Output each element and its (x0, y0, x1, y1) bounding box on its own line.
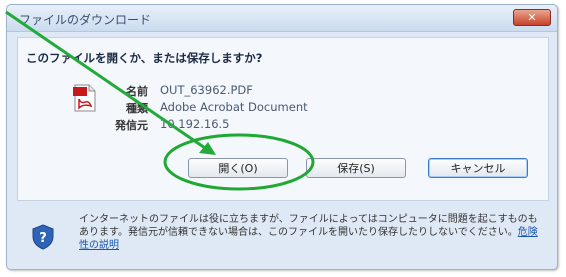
file-name-row: 名前 OUT_63962.PDF (88, 83, 388, 98)
save-button[interactable]: 保存(S) (306, 158, 406, 178)
security-warning: ? インターネットのファイルは役に立ちますが、ファイルによってはコンピュータに問… (17, 207, 549, 261)
warning-text: インターネットのファイルは役に立ちますが、ファイルによってはコンピュータに問題を… (79, 213, 539, 252)
file-type-row: 種類 Adobe Acrobat Document (88, 100, 388, 115)
file-download-dialog: ファイルのダウンロード ✕ このファイルを開くか、または保存しますか? 名前 O… (6, 4, 558, 270)
title-bar: ファイルのダウンロード ✕ (7, 5, 557, 32)
download-question: このファイルを開くか、または保存しますか? (26, 51, 263, 65)
cancel-button[interactable]: キャンセル (428, 158, 528, 178)
file-type-label: 種類 (126, 102, 148, 115)
security-shield-icon: ? (31, 224, 55, 254)
warning-message: インターネットのファイルは役に立ちますが、ファイルによってはコンピュータに問題を… (79, 214, 538, 238)
dialog-content: このファイルを開くか、または保存しますか? 名前 OUT_63962.PDF 種… (17, 37, 549, 201)
file-source-label: 発信元 (115, 119, 148, 132)
file-name-value: OUT_63962.PDF (160, 83, 253, 97)
dialog-title: ファイルのダウンロード (19, 13, 152, 27)
file-source-value: 10.192.16.5 (160, 117, 230, 131)
file-name-label: 名前 (126, 85, 148, 98)
close-button[interactable]: ✕ (513, 9, 551, 26)
file-type-value: Adobe Acrobat Document (160, 100, 308, 114)
close-icon: ✕ (527, 11, 537, 24)
open-button[interactable]: 開く(O) (188, 158, 288, 178)
svg-text:?: ? (39, 231, 47, 246)
file-source-row: 発信元 10.192.16.5 (88, 117, 388, 132)
